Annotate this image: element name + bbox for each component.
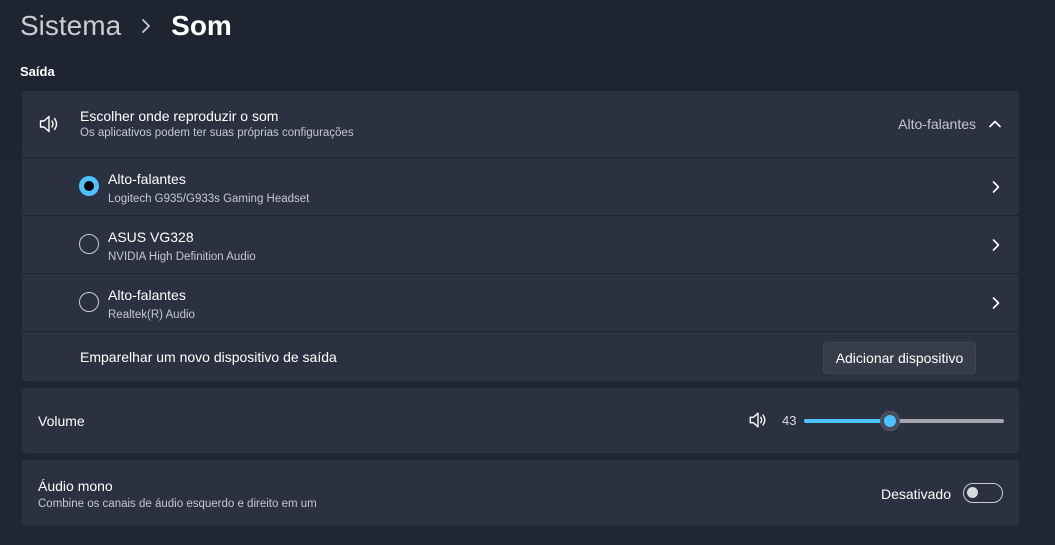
chevron-up-icon[interactable]	[988, 117, 1002, 131]
device-name: Alto-falantes	[108, 171, 186, 187]
output-device-header[interactable]: Escolher onde reproduzir o som Os aplica…	[22, 91, 1019, 157]
section-title-output: Saída	[20, 64, 55, 79]
volume-icon[interactable]	[748, 410, 768, 430]
device-description: Realtek(R) Audio	[108, 309, 195, 321]
chevron-right-icon[interactable]	[989, 238, 1003, 252]
output-device-card: Escolher onde reproduzir o som Os aplica…	[22, 91, 1019, 381]
slider-thumb[interactable]	[880, 411, 900, 431]
breadcrumb-parent-link[interactable]: Sistema	[20, 8, 121, 44]
device-radio[interactable]	[79, 292, 99, 312]
volume-value: 43	[782, 413, 797, 428]
device-description: NVIDIA High Definition Audio	[108, 251, 256, 263]
mono-audio-state-label: Desativado	[880, 486, 951, 502]
device-name: Alto-falantes	[108, 287, 186, 303]
breadcrumb: Sistema Som	[20, 8, 232, 44]
page-title: Som	[171, 10, 232, 41]
volume-slider[interactable]	[804, 410, 1004, 432]
selected-device-label: Alto-falantes	[898, 116, 976, 132]
mono-audio-title: Áudio mono	[38, 478, 113, 494]
device-description: Logitech G935/G933s Gaming Headset	[108, 193, 310, 205]
output-device-item[interactable]: ASUS VG328 NVIDIA High Definition Audio	[22, 215, 1019, 273]
volume-label: Volume	[38, 413, 85, 429]
slider-fill	[804, 419, 890, 423]
pair-device-label: Emparelhar um novo dispositivo de saída	[80, 349, 337, 365]
volume-card: Volume 43	[22, 388, 1019, 453]
mono-audio-toggle[interactable]	[963, 483, 1003, 503]
mono-audio-card: Áudio mono Combine os canais de áudio es…	[22, 460, 1019, 526]
output-device-item[interactable]: Alto-falantes Realtek(R) Audio	[22, 273, 1019, 331]
output-header-subtitle: Os aplicativos podem ter suas próprias c…	[80, 127, 354, 139]
mono-audio-subtitle: Combine os canais de áudio esquerdo e di…	[38, 498, 317, 510]
device-radio[interactable]	[79, 234, 99, 254]
device-radio-selected[interactable]	[79, 176, 99, 196]
output-device-item[interactable]: Alto-falantes Logitech G935/G933s Gaming…	[22, 157, 1019, 215]
speaker-icon	[38, 113, 60, 135]
chevron-right-icon	[137, 8, 155, 44]
pair-device-row: Emparelhar um novo dispositivo de saída …	[22, 331, 1019, 381]
add-device-button[interactable]: Adicionar dispositivo	[823, 342, 976, 374]
output-header-title: Escolher onde reproduzir o som	[80, 108, 279, 124]
toggle-knob	[967, 487, 978, 498]
chevron-right-icon[interactable]	[989, 296, 1003, 310]
chevron-right-icon[interactable]	[989, 180, 1003, 194]
device-name: ASUS VG328	[108, 229, 194, 245]
settings-page: Sistema Som Saída Escolher onde reproduz…	[0, 0, 1055, 545]
